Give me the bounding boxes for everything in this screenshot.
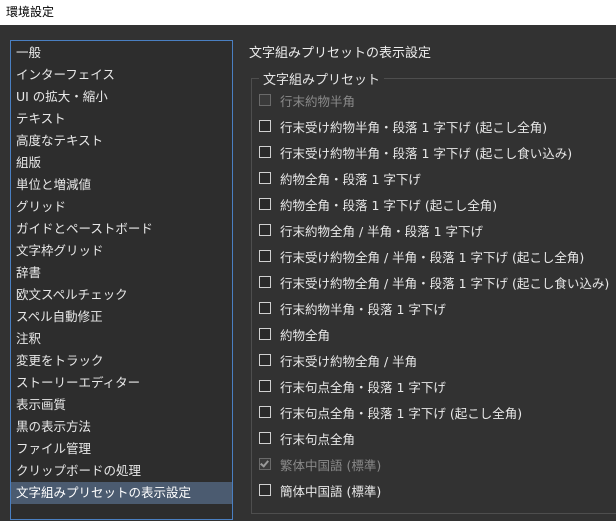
- group-label: 文字組みプリセット: [259, 69, 385, 88]
- sidebar-item[interactable]: 黒の表示方法: [11, 416, 232, 438]
- sidebar-item[interactable]: テキスト: [11, 108, 232, 130]
- preset-option-label: 行末受け約物半角・段落 1 字下げ (起こし全角): [280, 119, 548, 135]
- preset-option-label: 行末約物半角・段落 1 字下げ: [280, 301, 446, 317]
- preset-checkbox: [259, 458, 271, 470]
- preset-option-label: 行末受け約物全角 / 半角・段落 1 字下げ (起こし全角): [280, 249, 585, 265]
- category-list-items: 一般 インターフェイス UI の拡大・縮小 テキスト 高度なテキスト 組版 単位と増減値 グリ…: [11, 41, 232, 504]
- preset-checkbox[interactable]: [259, 354, 271, 366]
- sidebar-item[interactable]: 辞書: [11, 262, 232, 284]
- window-title: 環境設定: [6, 5, 55, 19]
- preset-option[interactable]: 行末受け約物全角 / 半角・段落 1 字下げ (起こし全角): [259, 246, 584, 266]
- sidebar-item[interactable]: 単位と増減値: [11, 174, 232, 196]
- preset-checkbox[interactable]: [259, 380, 271, 392]
- preset-option-label: 行末受け約物全角 / 半角・段落 1 字下げ (起こし食い込み): [280, 275, 610, 291]
- preset-option[interactable]: 行末約物全角 / 半角・段落 1 字下げ: [259, 220, 483, 240]
- preset-option-label: 約物全角・段落 1 字下げ (起こし全角): [280, 197, 498, 213]
- preset-checkbox: [259, 94, 271, 106]
- preset-checkbox[interactable]: [259, 484, 271, 496]
- sidebar-item[interactable]: 組版: [11, 152, 232, 174]
- preset-option-label: 行末受け約物半角・段落 1 字下げ (起こし食い込み): [280, 145, 573, 161]
- sidebar-item[interactable]: 文字枠グリッド: [11, 240, 232, 262]
- preset-option-label: 行末受け約物全角 / 半角: [280, 353, 418, 369]
- preset-option-label: 行末約物半角: [280, 93, 356, 109]
- preset-option-label: 行末句点全角: [280, 431, 356, 447]
- preset-option-label: 繁体中国語 (標準): [280, 457, 382, 473]
- preset-option[interactable]: 約物全角・段落 1 字下げ (起こし全角): [259, 194, 497, 214]
- preset-option-label: 行末句点全角・段落 1 字下げ (起こし全角): [280, 405, 523, 421]
- preset-option: 行末約物半角: [259, 90, 355, 110]
- preset-checkbox[interactable]: [259, 198, 271, 210]
- preset-option-label: 行末句点全角・段落 1 字下げ: [280, 379, 446, 395]
- sidebar-item[interactable]: クリップボードの処理: [11, 460, 232, 482]
- preset-checkbox[interactable]: [259, 146, 271, 158]
- preset-option[interactable]: 行末句点全角・段落 1 字下げ (起こし全角): [259, 402, 522, 422]
- preset-option-label: 約物全角・段落 1 字下げ: [280, 171, 421, 187]
- sidebar-item[interactable]: スペル自動修正: [11, 306, 232, 328]
- preset-checkbox[interactable]: [259, 328, 271, 340]
- sidebar-item[interactable]: 文字組みプリセットの表示設定: [11, 482, 232, 504]
- preset-checkbox[interactable]: [259, 172, 271, 184]
- preset-option-label: 約物全角: [280, 327, 331, 343]
- preset-option[interactable]: 行末句点全角・段落 1 字下げ: [259, 376, 446, 396]
- preset-option[interactable]: 簡体中国語 (標準): [259, 480, 381, 500]
- sidebar-item[interactable]: インターフェイス: [11, 64, 232, 86]
- sidebar-item[interactable]: ストーリーエディター: [11, 372, 232, 394]
- preset-checkbox[interactable]: [259, 120, 271, 132]
- sidebar-item[interactable]: 注釈: [11, 328, 232, 350]
- window-titlebar: 環境設定: [0, 0, 616, 25]
- sidebar-item[interactable]: ガイドとペーストボード: [11, 218, 232, 240]
- page-title: 文字組みプリセットの表示設定: [249, 46, 432, 61]
- preset-option[interactable]: 行末受け約物半角・段落 1 字下げ (起こし全角): [259, 116, 547, 136]
- preset-checkbox[interactable]: [259, 224, 271, 236]
- preset-option[interactable]: 行末受け約物全角 / 半角: [259, 350, 417, 370]
- preset-checkbox[interactable]: [259, 302, 271, 314]
- preset-checkbox[interactable]: [259, 406, 271, 418]
- sidebar-item[interactable]: グリッド: [11, 196, 232, 218]
- sidebar-item[interactable]: 一般: [11, 42, 232, 64]
- preset-option[interactable]: 行末受け約物半角・段落 1 字下げ (起こし食い込み): [259, 142, 572, 162]
- sidebar-item[interactable]: UI の拡大・縮小: [11, 86, 232, 108]
- preset-option[interactable]: 行末約物半角・段落 1 字下げ: [259, 298, 446, 318]
- sidebar-item[interactable]: 表示画質: [11, 394, 232, 416]
- preset-option[interactable]: 行末受け約物全角 / 半角・段落 1 字下げ (起こし食い込み): [259, 272, 609, 292]
- sidebar-item[interactable]: 変更をトラック: [11, 350, 232, 372]
- preset-option[interactable]: 約物全角: [259, 324, 330, 344]
- preset-option-label: 簡体中国語 (標準): [280, 483, 382, 499]
- preset-option: 繁体中国語 (標準): [259, 454, 381, 474]
- preset-option[interactable]: 行末句点全角: [259, 428, 355, 448]
- preferences-category-list[interactable]: 一般 インターフェイス UI の拡大・縮小 テキスト 高度なテキスト 組版 単位と増減値 グリ…: [10, 40, 233, 520]
- sidebar-item[interactable]: 欧文スペルチェック: [11, 284, 232, 306]
- preset-checkbox[interactable]: [259, 250, 271, 262]
- preset-checkbox[interactable]: [259, 432, 271, 444]
- sidebar-item[interactable]: ファイル管理: [11, 438, 232, 460]
- preset-option-label: 行末約物全角 / 半角・段落 1 字下げ: [280, 223, 484, 239]
- preset-checkbox[interactable]: [259, 276, 271, 288]
- preset-option[interactable]: 約物全角・段落 1 字下げ: [259, 168, 421, 188]
- sidebar-item[interactable]: 高度なテキスト: [11, 130, 232, 152]
